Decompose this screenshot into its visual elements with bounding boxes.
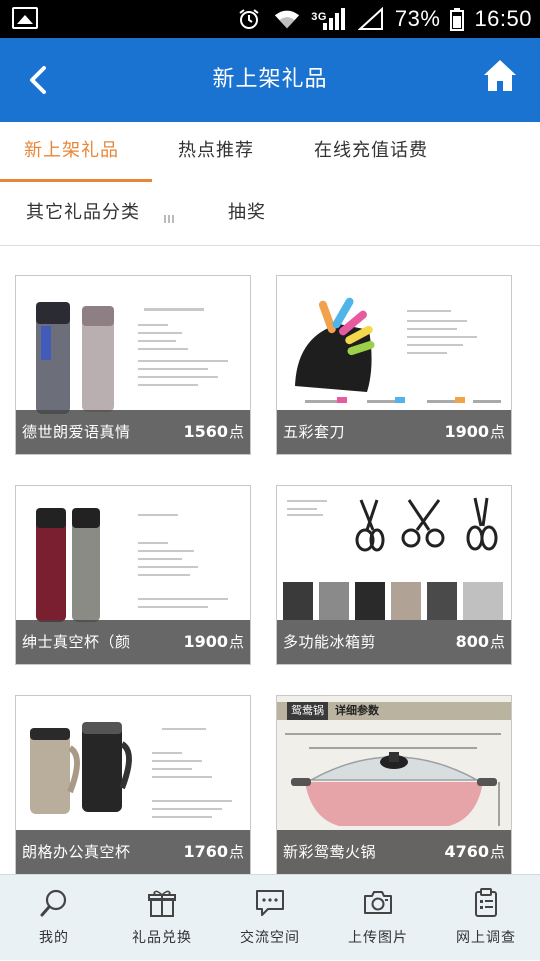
search-icon bbox=[40, 889, 67, 917]
product-caption: 德世朗爱语真情 1560点 bbox=[16, 410, 250, 454]
app-header: 新上架礼品 bbox=[0, 38, 540, 122]
product-card[interactable]: 朗格办公真空杯 1760点 bbox=[15, 695, 251, 874]
product-points: 1900点 bbox=[444, 422, 505, 441]
product-points: 800点 bbox=[455, 632, 505, 651]
wifi-icon bbox=[273, 7, 301, 31]
tab-phone-recharge[interactable]: 在线充值话费 bbox=[314, 122, 428, 182]
product-caption: 五彩套刀 1900点 bbox=[277, 410, 511, 454]
product-card[interactable]: 多功能冰箱剪 800点 bbox=[276, 485, 512, 665]
product-name: 五彩套刀 bbox=[283, 423, 346, 441]
camera-icon bbox=[364, 891, 392, 914]
bottom-navigation: 我的 礼品兑换 交流空间 上传图片 网上调查 bbox=[0, 874, 540, 960]
nav-item-survey[interactable]: 网上调查 bbox=[432, 875, 540, 961]
nav-item-label: 网上调查 bbox=[456, 930, 516, 946]
nav-item-gift-exchange[interactable]: 礼品兑换 bbox=[108, 875, 216, 961]
status-bar: 3G 73% 16:50 bbox=[0, 0, 540, 38]
nav-item-community[interactable]: 交流空间 bbox=[216, 875, 324, 961]
product-name: 朗格办公真空杯 bbox=[22, 843, 131, 861]
nav-item-label: 上传图片 bbox=[348, 930, 408, 946]
clock: 16:50 bbox=[474, 6, 532, 31]
category-tabs: 新上架礼品 热点推荐 在线充值话费 其它礼品分类 抽奖 bbox=[0, 122, 540, 246]
product-name: 绅士真空杯（颜 bbox=[22, 633, 131, 651]
signal-indicator: 3G bbox=[311, 7, 347, 31]
product-name: 新彩鸳鸯火锅 bbox=[283, 843, 377, 861]
home-icon bbox=[484, 60, 516, 91]
nav-item-label: 我的 bbox=[39, 930, 69, 946]
tab-hot-recommend[interactable]: 热点推荐 bbox=[178, 122, 254, 182]
product-caption: 绅士真空杯（颜 1900点 bbox=[16, 620, 250, 664]
active-tab-indicator bbox=[0, 179, 152, 182]
product-name: 多功能冰箱剪 bbox=[283, 633, 377, 651]
product-points: 4760点 bbox=[444, 842, 505, 861]
alarm-icon bbox=[235, 7, 263, 31]
product-caption: 新彩鸳鸯火锅 4760点 bbox=[277, 830, 511, 874]
home-button[interactable] bbox=[480, 56, 520, 96]
nav-item-label: 交流空间 bbox=[240, 930, 300, 946]
gift-icon bbox=[148, 890, 176, 917]
battery-percent: 73% bbox=[394, 6, 441, 31]
product-points: 1560点 bbox=[183, 422, 244, 441]
product-card[interactable]: 绅士真空杯（颜 1900点 bbox=[15, 485, 251, 665]
no-sim-signal-icon bbox=[357, 7, 385, 31]
tab-lottery[interactable]: 抽奖 bbox=[228, 184, 266, 244]
nav-item-upload-photo[interactable]: 上传图片 bbox=[324, 875, 432, 961]
page-title: 新上架礼品 bbox=[212, 67, 328, 92]
product-card[interactable]: 五彩套刀 1900点 bbox=[276, 275, 512, 455]
product-grid: 德世朗爱语真情 1560点 五彩套刀 1900点 绅士真空杯（颜 1900点 多… bbox=[0, 246, 540, 874]
network-type: 3G bbox=[311, 11, 327, 23]
product-points: 1900点 bbox=[183, 632, 244, 651]
tab-other-categories[interactable]: 其它礼品分类 bbox=[26, 184, 140, 244]
battery-icon bbox=[450, 8, 465, 31]
tab-new-gifts[interactable]: 新上架礼品 bbox=[24, 122, 119, 182]
nav-item-label: 礼品兑换 bbox=[132, 930, 192, 946]
image-notification-icon bbox=[12, 7, 38, 29]
chat-icon bbox=[256, 890, 284, 916]
product-card[interactable]: 德世朗爱语真情 1560点 bbox=[15, 275, 251, 455]
product-caption: 多功能冰箱剪 800点 bbox=[277, 620, 511, 664]
product-card[interactable]: 鸳鸯锅 详细参数 新彩鸳鸯火锅 4760点 bbox=[276, 695, 512, 874]
product-name: 德世朗爱语真情 bbox=[22, 423, 131, 441]
more-indicator bbox=[164, 208, 178, 223]
product-caption: 朗格办公真空杯 1760点 bbox=[16, 830, 250, 874]
clipboard-icon bbox=[475, 888, 497, 917]
product-points: 1760点 bbox=[183, 842, 244, 861]
nav-item-mine[interactable]: 我的 bbox=[0, 875, 108, 961]
